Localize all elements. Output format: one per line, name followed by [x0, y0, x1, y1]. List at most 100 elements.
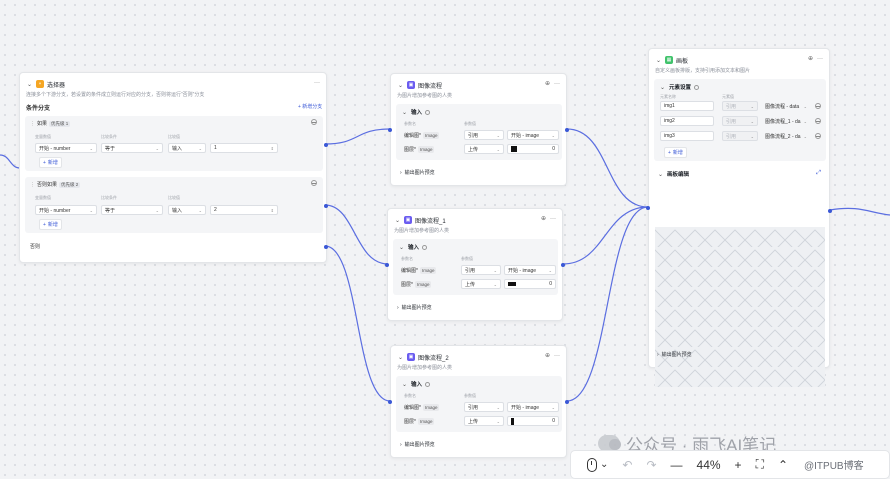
mode-select[interactable]: 引用 ⌄: [464, 402, 504, 412]
port-if[interactable]: [324, 143, 328, 147]
mode-select[interactable]: 引用 ⌄: [464, 130, 504, 140]
canvas-preview[interactable]: [655, 227, 825, 387]
hdr-mode: 元素值: [722, 94, 734, 99]
add-condition-button[interactable]: + 新增: [39, 219, 62, 230]
play-icon[interactable]: ⊕: [541, 215, 546, 223]
port-in[interactable]: [646, 206, 650, 210]
chevron-down-icon[interactable]: ⌄: [655, 57, 662, 64]
mode-select[interactable]: 上传 ⌄: [461, 279, 501, 289]
mode-select[interactable]: 上传 ⌄: [464, 416, 504, 426]
port-else[interactable]: [324, 245, 328, 249]
mode-select[interactable]: 输入 ⌄: [168, 205, 206, 215]
add-element-button[interactable]: + 新增: [664, 147, 687, 158]
port-out[interactable]: [828, 209, 832, 213]
play-icon[interactable]: ⊕: [545, 352, 550, 360]
value-select[interactable]: 开始 - image ⌄: [507, 402, 559, 412]
port-out[interactable]: [565, 400, 569, 404]
value-select[interactable]: 图像流程_2 - da ⌄: [762, 131, 810, 141]
chevron-down-icon[interactable]: ⌄: [401, 381, 408, 388]
chevron-down-icon[interactable]: ⌄: [397, 354, 404, 361]
port-out[interactable]: [561, 263, 565, 267]
output-preview-toggle[interactable]: › 输出图片预览: [400, 441, 435, 449]
canvas-node[interactable]: ⌄ ▦ 画板 ⊕ ··· 自定义画板排版，支持引用添加文本和图片 ⌄ 元素设置 元素…: [646, 48, 832, 387]
drag-handle-icon[interactable]: ⋮: [30, 182, 35, 188]
image-node-2[interactable]: ⌄ ▣ 图像流程_2 ⊕ ··· 为图片增加参考图的人类 ⌄ 输入 参数名 参数值 …: [388, 345, 569, 458]
more-icon[interactable]: ···: [550, 215, 556, 223]
wire-elseif-to-image1: [324, 204, 389, 265]
chevron-down-icon[interactable]: ⌄: [657, 171, 664, 178]
chevron-down-icon[interactable]: ⌄: [659, 84, 666, 91]
wire-canvas-out: [829, 207, 890, 216]
value-select[interactable]: 开始 - image ⌄: [504, 265, 556, 275]
collapse-button[interactable]: ⌃: [778, 458, 788, 472]
element-name-input[interactable]: img1: [660, 101, 714, 111]
color-input[interactable]: 0: [507, 416, 559, 426]
expand-icon[interactable]: ⤢: [816, 170, 821, 177]
port-in[interactable]: [388, 128, 392, 132]
element-name-input[interactable]: img3: [660, 131, 714, 141]
drag-handle-icon[interactable]: ⋮: [30, 121, 35, 127]
port-in[interactable]: [388, 400, 392, 404]
value-input[interactable]: 2 ⇕: [210, 205, 278, 215]
zoom-in-button[interactable]: +: [735, 458, 742, 472]
value-select[interactable]: 图像流程_1 - da ⌄: [762, 116, 810, 126]
remove-row-icon[interactable]: [815, 133, 821, 139]
value-select[interactable]: 图像流程 - data ⌄: [762, 101, 810, 111]
remove-branch-icon[interactable]: [311, 180, 317, 186]
zoom-out-button[interactable]: —: [671, 458, 683, 472]
chevron-down-icon[interactable]: ⌄: [394, 217, 401, 224]
mode-select[interactable]: 输入 ⌄: [168, 143, 206, 153]
chevron-down-icon: ⌄: [600, 459, 609, 470]
more-icon[interactable]: ···: [817, 55, 823, 63]
condition-select[interactable]: 等于 ⌄: [101, 205, 163, 215]
add-condition-button[interactable]: + 新增: [39, 157, 62, 168]
remove-row-icon[interactable]: [815, 103, 821, 109]
selector-node-header[interactable]: ⌄ ⑂ 选择器: [26, 79, 65, 89]
color-input[interactable]: 0: [507, 144, 559, 154]
add-branch-button[interactable]: + 新增分支: [298, 103, 322, 110]
play-icon[interactable]: ⊕: [545, 80, 550, 88]
remove-row-icon[interactable]: [815, 118, 821, 124]
output-preview-toggle[interactable]: › 输出图片预览: [657, 351, 692, 359]
port-out[interactable]: [565, 128, 569, 132]
variable-select[interactable]: 开始 - number ⌄: [35, 205, 97, 215]
port-elseif[interactable]: [324, 204, 328, 208]
variable-select[interactable]: 开始 - number ⌄: [35, 143, 97, 153]
redo-button[interactable]: ↷: [646, 458, 656, 472]
mode-select[interactable]: 引用 ⌄: [722, 101, 758, 111]
undo-button[interactable]: ↶: [622, 458, 632, 472]
interaction-mode-button[interactable]: ⌄: [587, 457, 609, 472]
output-preview-toggle[interactable]: › 输出图片预览: [397, 304, 432, 312]
value-input[interactable]: 1 ⇕: [210, 143, 278, 153]
canvas-edit-header[interactable]: ⌄ 画板编辑: [657, 170, 689, 179]
image-node-title: 图像流程: [418, 83, 443, 90]
zoom-level[interactable]: 44%: [697, 458, 721, 472]
condition-select[interactable]: 等于 ⌄: [101, 143, 163, 153]
element-name-input[interactable]: img2: [660, 116, 714, 126]
hdr-name: 参数名: [401, 256, 413, 261]
color-input[interactable]: 0: [504, 279, 556, 289]
param-row-label: 图层* Image: [404, 146, 435, 153]
more-icon[interactable]: ···: [314, 79, 320, 87]
more-icon[interactable]: ···: [554, 80, 560, 88]
mode-select[interactable]: 上传 ⌄: [464, 144, 504, 154]
chevron-down-icon[interactable]: ⌄: [397, 82, 404, 89]
chevron-down-icon[interactable]: ⌄: [398, 244, 405, 251]
wire-image1-to-canvas: [562, 206, 649, 265]
image-node[interactable]: ⌄ ▣ 图像流程 ⊕ ··· 为图片增加参考图的人类 ⌄ 输入 参数名 参数值 编辑…: [388, 73, 569, 186]
mode-select[interactable]: 引用 ⌄: [461, 265, 501, 275]
chevron-down-icon[interactable]: ⌄: [401, 109, 408, 116]
port-in[interactable]: [385, 263, 389, 267]
info-icon: [425, 109, 431, 115]
fit-view-icon[interactable]: ⛶: [756, 457, 764, 472]
output-preview-toggle[interactable]: › 输出图片预览: [400, 169, 435, 177]
image-node-1[interactable]: ⌄ ▣ 图像流程_1 ⊕ ··· 为图片增加参考图的人类 ⌄ 输入 参数名 参数值 …: [385, 208, 565, 321]
mode-select[interactable]: 引用 ⌄: [722, 131, 758, 141]
more-icon[interactable]: ···: [554, 352, 560, 360]
remove-branch-icon[interactable]: [311, 119, 317, 125]
value-select[interactable]: 开始 - image ⌄: [507, 130, 559, 140]
selector-node[interactable]: ⌄ ⑂ 选择器 ··· 连接多个下游分支，若设置的条件成立则运行对应的分支，否则…: [19, 72, 328, 263]
chevron-down-icon[interactable]: ⌄: [26, 81, 33, 88]
play-icon[interactable]: ⊕: [808, 55, 813, 63]
mode-select[interactable]: 引用 ⌄: [722, 116, 758, 126]
